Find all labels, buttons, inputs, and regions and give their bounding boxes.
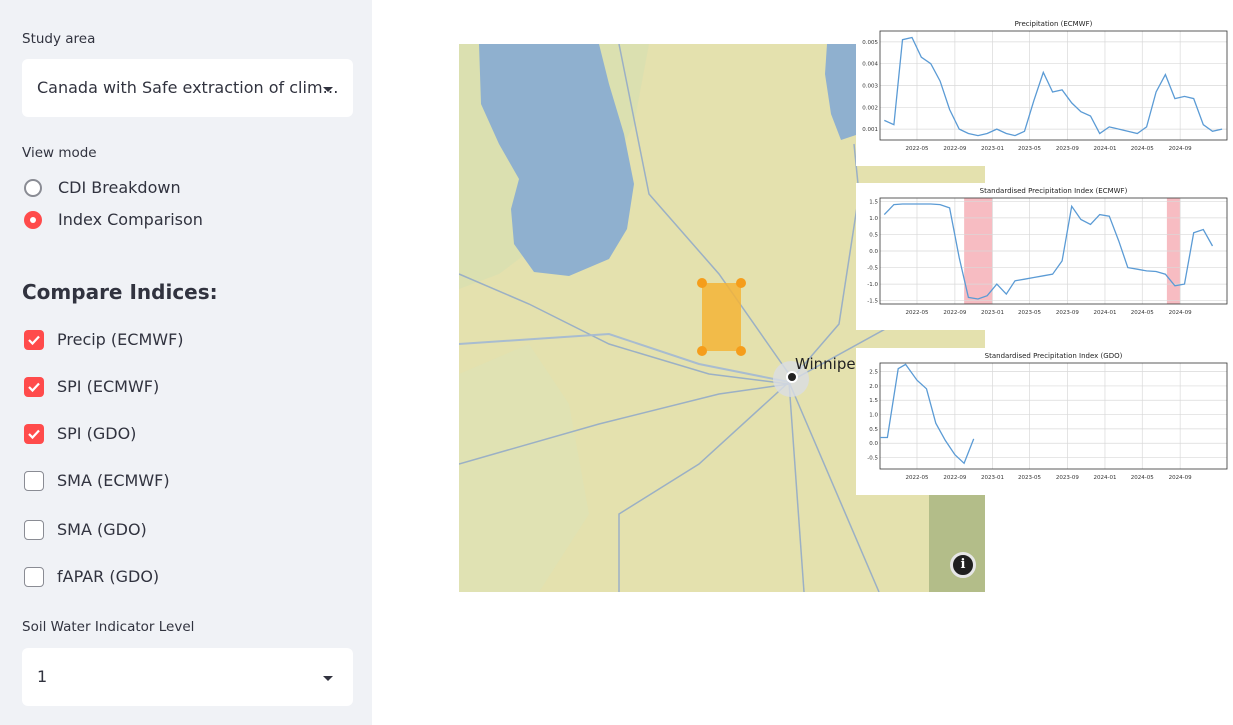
selection-rectangle[interactable]: [702, 283, 741, 351]
x-tick-label: 2022-05: [905, 475, 928, 481]
y-tick-label: 0.5: [869, 427, 878, 433]
x-tick-label: 2023-05: [1018, 310, 1041, 316]
y-tick-label: -1.5: [867, 299, 878, 305]
y-tick-label: 0.0: [869, 249, 878, 255]
x-tick-label: 2023-09: [1056, 146, 1079, 152]
radio-label: CDI Breakdown: [58, 178, 181, 197]
x-tick-label: 2024-09: [1169, 310, 1192, 316]
x-tick-label: 2023-01: [981, 310, 1004, 316]
chart-svg: Precipitation (ECMWF) 2022-05 2022-09 2023-…: [862, 20, 1228, 152]
x-tick-label: 2024-09: [1169, 475, 1192, 481]
sidebar: Study area Canada with Safe extraction o…: [0, 0, 372, 725]
x-tick-label: 2024-01: [1093, 310, 1116, 316]
x-tick-label: 2024-05: [1131, 310, 1154, 316]
checkbox-unchecked: [24, 567, 44, 587]
checkbox-label: SMA (ECMWF): [57, 471, 170, 490]
series-line: [884, 36, 1223, 137]
info-icon[interactable]: i: [950, 552, 976, 578]
chart-spi-ecmwf: Standardised Precipitation Index (ECMWF)…: [856, 183, 1233, 330]
checkbox-checked: [24, 330, 44, 350]
x-tick-label: 2023-05: [1018, 146, 1041, 152]
y-tick-label: -0.5: [867, 456, 878, 462]
series-line: [883, 203, 1214, 300]
study-area-select[interactable]: Canada with Safe extraction of clim…: [22, 59, 353, 117]
x-tick-label: 2024-05: [1131, 475, 1154, 481]
compare-indices-heading: Compare Indices:: [22, 280, 218, 304]
chevron-down-icon: [323, 87, 333, 92]
checkbox-unchecked: [24, 471, 44, 491]
checkbox-label: SPI (GDO): [57, 424, 137, 443]
y-tick-label: -0.5: [867, 266, 878, 272]
chart-precipitation-ecmwf: Precipitation (ECMWF) 2022-05 2022-09 2023-…: [856, 16, 1233, 166]
y-tick-label: 0.003: [862, 84, 878, 90]
study-area-value: Canada with Safe extraction of clim…: [37, 78, 339, 97]
selection-handle[interactable]: [697, 346, 707, 356]
chart-svg: Standardised Precipitation Index (ECMWF)…: [867, 187, 1228, 316]
chevron-down-icon: [323, 676, 333, 681]
x-tick-label: 2024-01: [1093, 146, 1116, 152]
checkbox-checked: [24, 424, 44, 444]
chart-spi-gdo: Standardised Precipitation Index (GDO) 20…: [856, 348, 1233, 495]
x-tick-label: 2024-05: [1131, 146, 1154, 152]
series-line: [880, 363, 975, 465]
selection-handle[interactable]: [697, 278, 707, 288]
radio-circle: [24, 179, 42, 197]
x-tick-label: 2023-09: [1056, 475, 1079, 481]
y-tick-label: 1.5: [869, 199, 878, 205]
selection-handle[interactable]: [736, 346, 746, 356]
x-tick-label: 2023-09: [1056, 310, 1079, 316]
y-tick-label: 2.0: [869, 384, 878, 390]
x-tick-label: 2022-05: [905, 310, 928, 316]
x-tick-label: 2023-05: [1018, 475, 1041, 481]
checkbox-label: SMA (GDO): [57, 520, 147, 539]
y-tick-label: 0.004: [862, 62, 878, 68]
checkbox-unchecked: [24, 520, 44, 540]
x-tick-label: 2022-09: [943, 475, 966, 481]
x-tick-label: 2022-05: [905, 146, 928, 152]
chart-title: Precipitation (ECMWF): [1015, 20, 1093, 28]
x-tick-label: 2024-09: [1169, 146, 1192, 152]
y-tick-label: 1.0: [869, 413, 878, 419]
checkbox-checked: [24, 377, 44, 397]
selection-handle[interactable]: [736, 278, 746, 288]
chart-svg: Standardised Precipitation Index (GDO) 20…: [867, 352, 1228, 481]
y-tick-label: 1.0: [869, 216, 878, 222]
info-icon-glyph: i: [960, 557, 966, 572]
checkbox-label: Precip (ECMWF): [57, 330, 184, 349]
chart-title: Standardised Precipitation Index (GDO): [985, 352, 1123, 360]
checkbox-label: fAPAR (GDO): [57, 567, 160, 586]
radio-circle-selected: [24, 211, 42, 229]
y-tick-label: -1.0: [867, 282, 878, 288]
y-tick-label: 0.5: [869, 232, 878, 238]
x-tick-label: 2023-01: [981, 475, 1004, 481]
y-tick-label: 2.5: [869, 370, 878, 376]
study-area-label: Study area: [22, 31, 96, 47]
city-label: Winnipeg: [795, 355, 866, 373]
y-tick-label: 1.5: [869, 398, 878, 404]
soil-water-level-value: 1: [37, 667, 48, 686]
x-tick-label: 2023-01: [981, 146, 1004, 152]
y-tick-label: 0.001: [862, 127, 878, 133]
y-tick-label: 0.002: [862, 105, 878, 111]
radio-label: Index Comparison: [58, 210, 203, 229]
y-tick-label: 0.005: [862, 40, 878, 46]
soil-water-level-select[interactable]: 1: [22, 648, 353, 706]
soil-water-level-label: Soil Water Indicator Level: [22, 619, 195, 635]
view-mode-label: View mode: [22, 145, 97, 161]
checkbox-label: SPI (ECMWF): [57, 377, 160, 396]
chart-title: Standardised Precipitation Index (ECMWF): [980, 187, 1128, 195]
y-tick-label: 0.0: [869, 441, 878, 447]
x-tick-label: 2024-01: [1093, 475, 1116, 481]
x-tick-label: 2022-09: [943, 146, 966, 152]
plot-frame: [879, 362, 1228, 470]
x-tick-label: 2022-09: [943, 310, 966, 316]
